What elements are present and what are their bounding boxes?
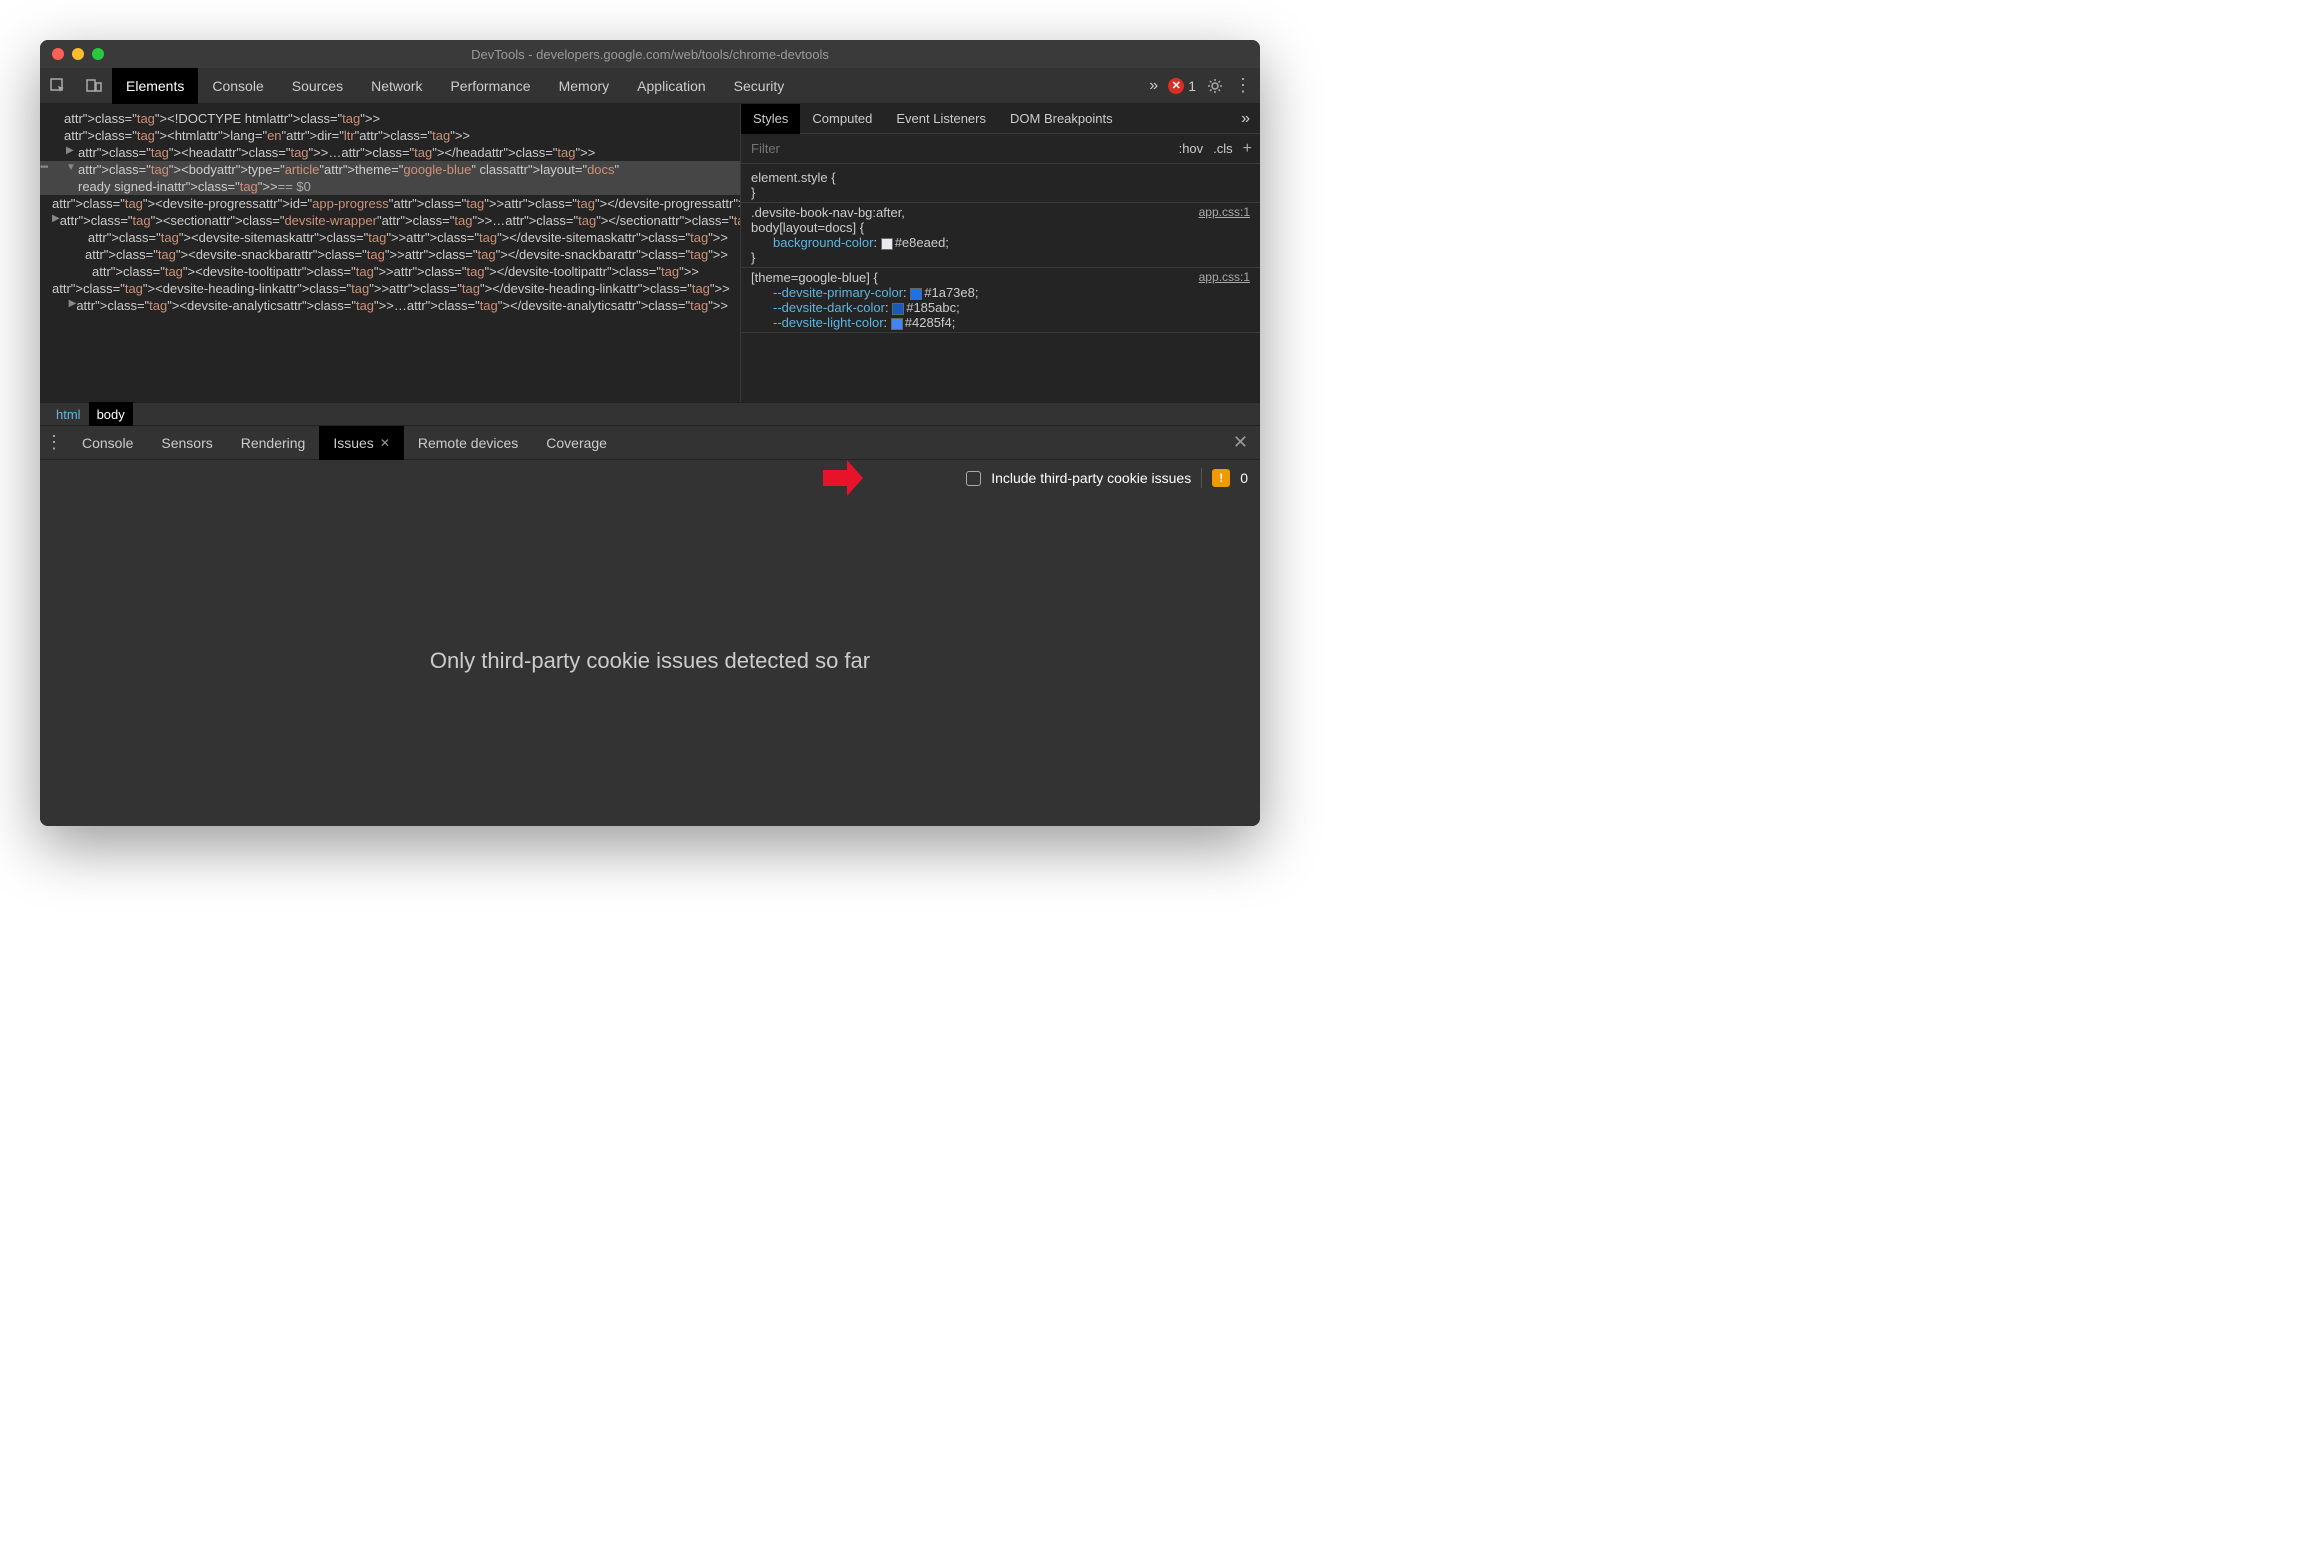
tab-memory[interactable]: Memory: [545, 68, 624, 104]
css-rule[interactable]: element.style {}: [741, 168, 1260, 203]
styles-filter-input[interactable]: [741, 141, 1179, 156]
device-mode-icon[interactable]: [76, 68, 112, 104]
main-panels: attr">class="tag"><!DOCTYPE htmlattr">cl…: [40, 104, 1260, 402]
drawer-tab-sensors[interactable]: Sensors: [147, 426, 226, 460]
traffic-lights: [52, 48, 104, 60]
breadcrumb-html[interactable]: html: [48, 402, 89, 426]
drawer-close-button[interactable]: ✕: [1221, 432, 1260, 453]
dom-line[interactable]: attr">class="tag"><!DOCTYPE htmlattr">cl…: [40, 110, 740, 127]
settings-icon[interactable]: [1206, 77, 1224, 95]
source-link[interactable]: app.css:1: [1199, 205, 1250, 219]
tab-sources[interactable]: Sources: [278, 68, 357, 104]
devtools-window: DevTools - developers.google.com/web/too…: [40, 40, 1260, 826]
overflow-tabs-button[interactable]: »: [1139, 77, 1168, 95]
main-toolbar: ElementsConsoleSourcesNetworkPerformance…: [40, 68, 1260, 104]
drawer-tabs: ⋮ ConsoleSensorsRenderingIssues✕Remote d…: [40, 426, 1260, 460]
window-title: DevTools - developers.google.com/web/too…: [471, 47, 829, 62]
styles-filter-bar: :hov .cls +: [741, 134, 1260, 164]
drawer-tab-remote-devices[interactable]: Remote devices: [404, 426, 532, 460]
more-menu-icon[interactable]: ⋮: [1234, 75, 1252, 96]
drawer-tab-rendering[interactable]: Rendering: [227, 426, 320, 460]
third-party-checkbox-label: Include third-party cookie issues: [991, 470, 1191, 486]
error-badge[interactable]: ✕ 1: [1168, 78, 1196, 94]
tab-security[interactable]: Security: [720, 68, 799, 104]
breadcrumb-body[interactable]: body: [89, 402, 133, 426]
dom-line[interactable]: ▶attr">class="tag"><section attr">class=…: [40, 212, 740, 229]
tab-performance[interactable]: Performance: [436, 68, 544, 104]
dom-line[interactable]: ▶attr">class="tag"><headattr">class="tag…: [40, 144, 740, 161]
dom-breadcrumb: htmlbody: [40, 402, 1260, 426]
drawer-tab-issues[interactable]: Issues✕: [319, 426, 404, 460]
tab-console[interactable]: Console: [198, 68, 277, 104]
titlebar: DevTools - developers.google.com/web/too…: [40, 40, 1260, 68]
issues-toolbar: Include third-party cookie issues ! 0: [40, 460, 1260, 496]
drawer-menu-icon[interactable]: ⋮: [40, 432, 68, 453]
source-link[interactable]: app.css:1: [1199, 270, 1250, 284]
issues-body: Only third-party cookie issues detected …: [40, 496, 1260, 826]
styles-tab-event-listeners[interactable]: Event Listeners: [884, 104, 998, 134]
annotation-arrow-icon: [821, 458, 865, 498]
divider: [1201, 468, 1202, 488]
styles-panel: StylesComputedEvent ListenersDOM Breakpo…: [740, 104, 1260, 402]
css-rule[interactable]: [theme=google-blue] {app.css:1--devsite-…: [741, 268, 1260, 333]
styles-tab-computed[interactable]: Computed: [800, 104, 884, 134]
issues-count: 0: [1240, 470, 1248, 486]
zoom-window-button[interactable]: [92, 48, 104, 60]
tab-network[interactable]: Network: [357, 68, 436, 104]
dom-line[interactable]: ready signed-inattr">class="tag">> == $0: [40, 178, 740, 195]
inspect-element-icon[interactable]: [40, 68, 76, 104]
tab-application[interactable]: Application: [623, 68, 720, 104]
issues-empty-text: Only third-party cookie issues detected …: [430, 648, 870, 674]
toolbar-right: ✕ 1 ⋮: [1168, 75, 1260, 96]
dom-line[interactable]: attr">class="tag"><html attr">lang="en" …: [40, 127, 740, 144]
cls-toggle[interactable]: .cls: [1213, 141, 1233, 156]
warning-icon: !: [1212, 469, 1230, 487]
hov-toggle[interactable]: :hov: [1179, 141, 1204, 156]
minimize-window-button[interactable]: [72, 48, 84, 60]
third-party-checkbox[interactable]: [966, 471, 981, 486]
close-window-button[interactable]: [52, 48, 64, 60]
drawer-tab-console[interactable]: Console: [68, 426, 147, 460]
error-count: 1: [1188, 78, 1196, 94]
styles-filter-buttons: :hov .cls +: [1179, 140, 1260, 158]
new-rule-button[interactable]: +: [1243, 140, 1252, 158]
dom-line[interactable]: attr">class="tag"><devsite-heading-linka…: [40, 280, 740, 297]
close-tab-icon[interactable]: ✕: [380, 436, 390, 450]
styles-tab-dom-breakpoints[interactable]: DOM Breakpoints: [998, 104, 1125, 134]
css-rules[interactable]: element.style {}.devsite-book-nav-bg:aft…: [741, 164, 1260, 337]
drawer-tab-coverage[interactable]: Coverage: [532, 426, 621, 460]
tab-elements[interactable]: Elements: [112, 68, 198, 104]
error-icon: ✕: [1168, 78, 1184, 94]
dom-line[interactable]: attr">class="tag"><devsite-snackbarattr"…: [40, 246, 740, 263]
dom-line[interactable]: attr">class="tag"><devsite-progress attr…: [40, 195, 740, 212]
dom-tree[interactable]: attr">class="tag"><!DOCTYPE htmlattr">cl…: [40, 104, 740, 402]
dom-line[interactable]: attr">class="tag"><devsite-sitemaskattr"…: [40, 229, 740, 246]
css-rule[interactable]: .devsite-book-nav-bg:after,body[layout=d…: [741, 203, 1260, 268]
styles-overflow-button[interactable]: »: [1231, 110, 1260, 128]
styles-tab-styles[interactable]: Styles: [741, 104, 800, 134]
dom-line[interactable]: attr">class="tag"><devsite-tooltipattr">…: [40, 263, 740, 280]
dom-line[interactable]: •••▼attr">class="tag"><body attr">type="…: [40, 161, 740, 178]
styles-subtabs: StylesComputedEvent ListenersDOM Breakpo…: [741, 104, 1260, 134]
main-tabs: ElementsConsoleSourcesNetworkPerformance…: [112, 68, 1139, 104]
dom-line[interactable]: ▶attr">class="tag"><devsite-analyticsatt…: [40, 297, 740, 314]
